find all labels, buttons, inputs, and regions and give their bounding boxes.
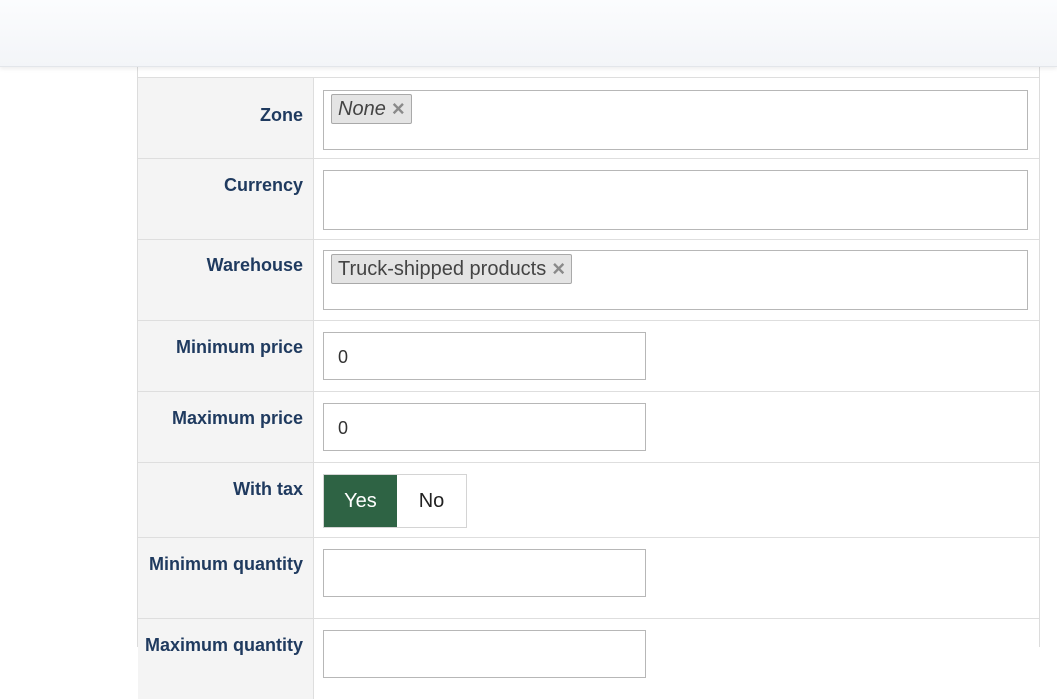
form-row-min-quantity: Minimum quantity xyxy=(138,537,1039,618)
max-price-label: Maximum price xyxy=(171,408,303,428)
zone-multiselect[interactable]: None × xyxy=(323,90,1028,150)
with-tax-toggle: Yes No xyxy=(323,474,467,528)
form-row-zone: Zone None × xyxy=(138,77,1039,158)
label-cell: Minimum quantity xyxy=(138,538,314,618)
warehouse-multiselect[interactable]: Truck-shipped products × xyxy=(323,250,1028,310)
with-tax-yes-button[interactable]: Yes xyxy=(324,475,397,527)
currency-multiselect[interactable] xyxy=(323,170,1028,230)
zone-label: Zone xyxy=(260,105,303,125)
warehouse-tag: Truck-shipped products × xyxy=(331,254,573,284)
label-cell: Warehouse xyxy=(138,240,314,320)
max-price-input[interactable]: 0 xyxy=(323,403,646,451)
min-price-input[interactable]: 0 xyxy=(323,332,646,380)
warehouse-tag-label: Truck-shipped products xyxy=(338,257,547,280)
remove-tag-icon[interactable]: × xyxy=(392,98,405,120)
form-row-warehouse: Warehouse Truck-shipped products × xyxy=(138,239,1039,320)
label-cell: Maximum quantity xyxy=(138,619,314,699)
form-row-min-price: Minimum price 0 xyxy=(138,320,1039,391)
form-row-currency: Currency xyxy=(138,158,1039,239)
top-header-bar xyxy=(0,0,1057,67)
form-row-with-tax: With tax Yes No xyxy=(138,462,1039,537)
min-quantity-input[interactable] xyxy=(323,549,646,597)
min-price-label: Minimum price xyxy=(175,337,303,357)
max-quantity-label: Maximum quantity xyxy=(144,635,303,655)
form-row-max-price: Maximum price 0 xyxy=(138,391,1039,462)
min-quantity-label: Minimum quantity xyxy=(149,554,303,574)
warehouse-label: Warehouse xyxy=(206,255,303,275)
max-quantity-input[interactable] xyxy=(323,630,646,678)
label-cell: Minimum price xyxy=(138,321,314,391)
label-cell: Currency xyxy=(138,159,314,239)
remove-tag-icon[interactable]: × xyxy=(552,258,565,280)
label-cell: With tax xyxy=(138,463,314,537)
form-row-max-quantity: Maximum quantity xyxy=(138,618,1039,699)
zone-tag-none: None × xyxy=(331,94,412,124)
zone-tag-label: None xyxy=(338,97,386,120)
price-rule-form: Zone None × Currency Warehouse Truck-shi… xyxy=(137,67,1040,699)
with-tax-label: With tax xyxy=(233,479,303,499)
label-cell: Zone xyxy=(138,78,314,158)
label-cell: Maximum price xyxy=(138,392,314,462)
currency-label: Currency xyxy=(223,175,303,195)
with-tax-no-button[interactable]: No xyxy=(397,475,466,527)
